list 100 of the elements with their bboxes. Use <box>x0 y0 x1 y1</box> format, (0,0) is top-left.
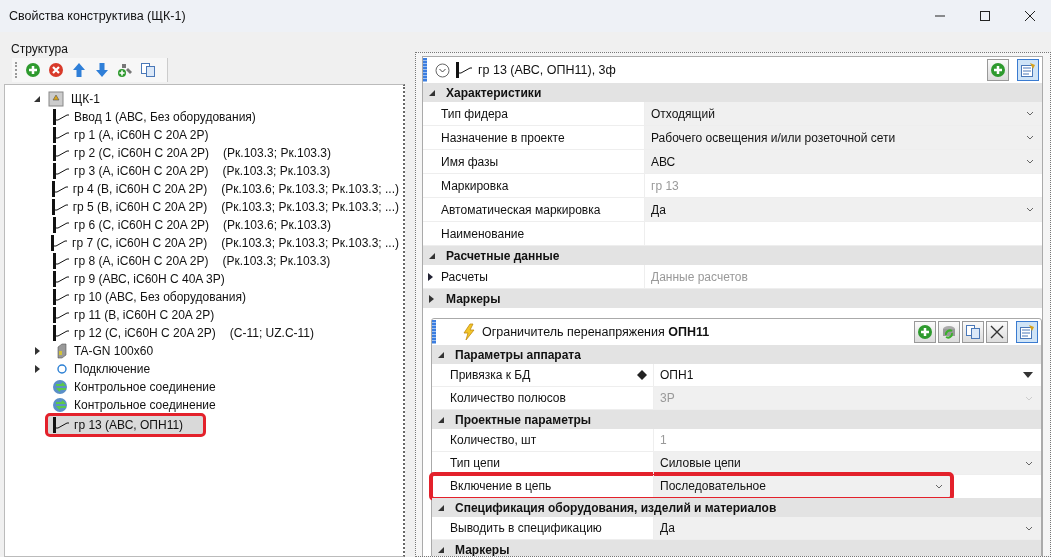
database-refresh-icon <box>943 326 955 339</box>
tree-item[interactable]: гр 10 (АВС, Без оборудования) <box>74 290 246 304</box>
tree-item[interactable]: гр 12 (С, iC60H C 20A 2P) <box>74 326 216 340</box>
add-button[interactable] <box>914 321 936 343</box>
switch-icon <box>52 145 70 161</box>
switch-icon <box>50 199 69 215</box>
switch-icon <box>52 127 70 143</box>
chevron-icon <box>1025 395 1033 401</box>
switch-icon <box>50 235 69 251</box>
property-label: Количество полюсов <box>450 391 566 405</box>
section-arrow-icon[interactable] <box>438 415 445 424</box>
property-label: Количество, шт <box>450 433 537 447</box>
tree-item-refs: (Рк.103.3; Рк.103.3; Рк.103.3; ...) <box>221 200 399 214</box>
property-value[interactable]: Последовательное <box>654 475 951 497</box>
tree-item[interactable]: гр 11 (В, iC60H C 20A 2P) <box>74 308 215 322</box>
property-value[interactable]: ОПН1 <box>654 364 1041 386</box>
property-value[interactable]: АВС <box>645 150 1042 173</box>
expand-arrow-icon[interactable] <box>35 365 41 373</box>
property-value: 3P <box>654 387 1041 409</box>
property-value[interactable]: Отходящий <box>645 102 1042 125</box>
add-button[interactable] <box>987 59 1009 81</box>
chevron-icon <box>1026 135 1034 140</box>
tree-item[interactable]: Контрольное соединение <box>74 380 216 394</box>
chevron-icon <box>1026 207 1034 212</box>
section-arrow-icon[interactable] <box>438 503 445 512</box>
add-button[interactable] <box>25 61 42 79</box>
switch-icon <box>52 289 70 305</box>
copy-button[interactable] <box>962 321 984 343</box>
lightning-icon <box>462 323 476 341</box>
expand-arrow-icon[interactable] <box>35 347 41 355</box>
tree-item[interactable]: Подключение <box>74 362 151 376</box>
properties-button[interactable] <box>1016 321 1038 343</box>
section-title: Маркеры <box>446 291 501 306</box>
tree-item[interactable]: гр 3 (А, iC60H C 20A 2P) <box>74 164 209 178</box>
tree-item[interactable]: гр 7 (С, iC60H C 20A 2P) <box>72 236 208 250</box>
property-label: Имя фазы <box>441 154 499 169</box>
section-arrow-icon[interactable] <box>438 350 445 359</box>
down-button[interactable] <box>94 61 111 79</box>
properties-button[interactable] <box>1017 59 1039 81</box>
globe-arrows-icon <box>52 379 70 395</box>
copy-button[interactable] <box>140 61 157 79</box>
switch-icon <box>52 217 70 233</box>
property-label: Наименование <box>441 226 525 241</box>
diamond-icon <box>637 370 647 380</box>
property-value: 1 <box>659 432 668 449</box>
section-title: Расчетные данные <box>446 248 560 263</box>
tree-item[interactable]: гр 1 (А, iC60H C 20A 2P) <box>74 128 209 142</box>
tree-item[interactable]: гр 2 (С, iC60H C 20A 2P) <box>74 146 210 160</box>
remove-button[interactable] <box>48 61 65 79</box>
section-title: Спецификация оборудования, изделий и материалов <box>455 500 777 515</box>
globe-arrows-icon <box>52 397 70 413</box>
property-value: гр 13 <box>650 177 680 195</box>
expand-arrow-icon[interactable] <box>428 273 434 281</box>
collapse-arrow-icon[interactable] <box>33 95 41 103</box>
section-arrow-icon[interactable] <box>429 294 436 303</box>
tree-item[interactable]: Контрольное соединение <box>74 398 216 412</box>
tree-item-refs: (Рк.103.3; Рк.103.3; Рк.103.3; ...) <box>221 236 399 250</box>
tree-item-refs: (Рк.103.6; Рк.103.3) <box>223 218 331 232</box>
switch-icon <box>52 325 70 341</box>
section-arrow-icon[interactable] <box>429 251 436 260</box>
property-value[interactable]: Да <box>645 198 1042 221</box>
tree-item[interactable]: гр 8 (А, iC60H C 20A 2P) <box>74 254 209 268</box>
collapse-icon[interactable] <box>435 62 450 78</box>
chevron-icon <box>1026 111 1034 116</box>
tree-item[interactable]: гр 5 (В, iC60H C 20A 2P) <box>72 200 208 214</box>
tree-item[interactable]: Ввод 1 (АВС, Без оборудования) <box>74 110 256 124</box>
switch-icon <box>52 163 70 179</box>
property-value[interactable]: Силовые цепи <box>654 452 1041 474</box>
window-title: Свойства конструктива (ЩК-1) <box>9 9 187 23</box>
tree-item[interactable]: гр 9 (АВС, iC60H C 40A 3P) <box>74 272 225 286</box>
tree-item-refs: (Рк.103.3; Рк.103.3) <box>222 164 331 178</box>
property-value[interactable]: Рабочего освещения и/или розеточной сети <box>645 126 1042 149</box>
switch-icon <box>52 253 70 269</box>
maximize-icon[interactable] <box>979 10 991 22</box>
property-label: Тип цепи <box>450 456 500 470</box>
switch-icon <box>52 271 70 287</box>
tree-item[interactable]: гр 4 (В, iC60H C 20A 2P) <box>72 182 208 196</box>
close-icon[interactable] <box>1024 10 1036 22</box>
feeder-title: гр 13 (АВС, ОПН11), 3ф <box>478 63 617 77</box>
refresh-button[interactable] <box>938 321 960 343</box>
delete-button[interactable] <box>986 321 1008 343</box>
section-title: Характеристики <box>446 85 542 100</box>
property-label: Тип фидера <box>441 106 508 121</box>
property-value[interactable]: Да <box>654 517 1041 539</box>
caret-icon[interactable] <box>1023 372 1033 378</box>
device-title: Ограничитель перенапряжения ОПН11 <box>482 325 711 339</box>
add-link-button[interactable] <box>117 61 134 79</box>
section-arrow-icon[interactable] <box>429 88 436 97</box>
section-arrow-icon[interactable] <box>438 545 445 554</box>
chevron-icon <box>1026 159 1034 164</box>
tree-item[interactable]: гр 6 (С, iC60H C 20A 2P) <box>74 218 210 232</box>
tree-item[interactable]: гр 13 (АВС, ОПН11) <box>74 418 184 432</box>
tree-item[interactable]: ЩК-1 <box>71 92 100 106</box>
tree-item-refs: (Рк.103.3; Рк.103.3) <box>223 146 331 160</box>
tree-item[interactable]: TA-GN 100x60 <box>74 344 154 358</box>
panel-icon <box>48 91 64 107</box>
property-label: Маркировка <box>441 178 509 193</box>
up-button[interactable] <box>71 61 88 79</box>
property-label: Автоматическая маркировка <box>441 202 601 217</box>
property-label: Включение в цепь <box>450 479 552 493</box>
